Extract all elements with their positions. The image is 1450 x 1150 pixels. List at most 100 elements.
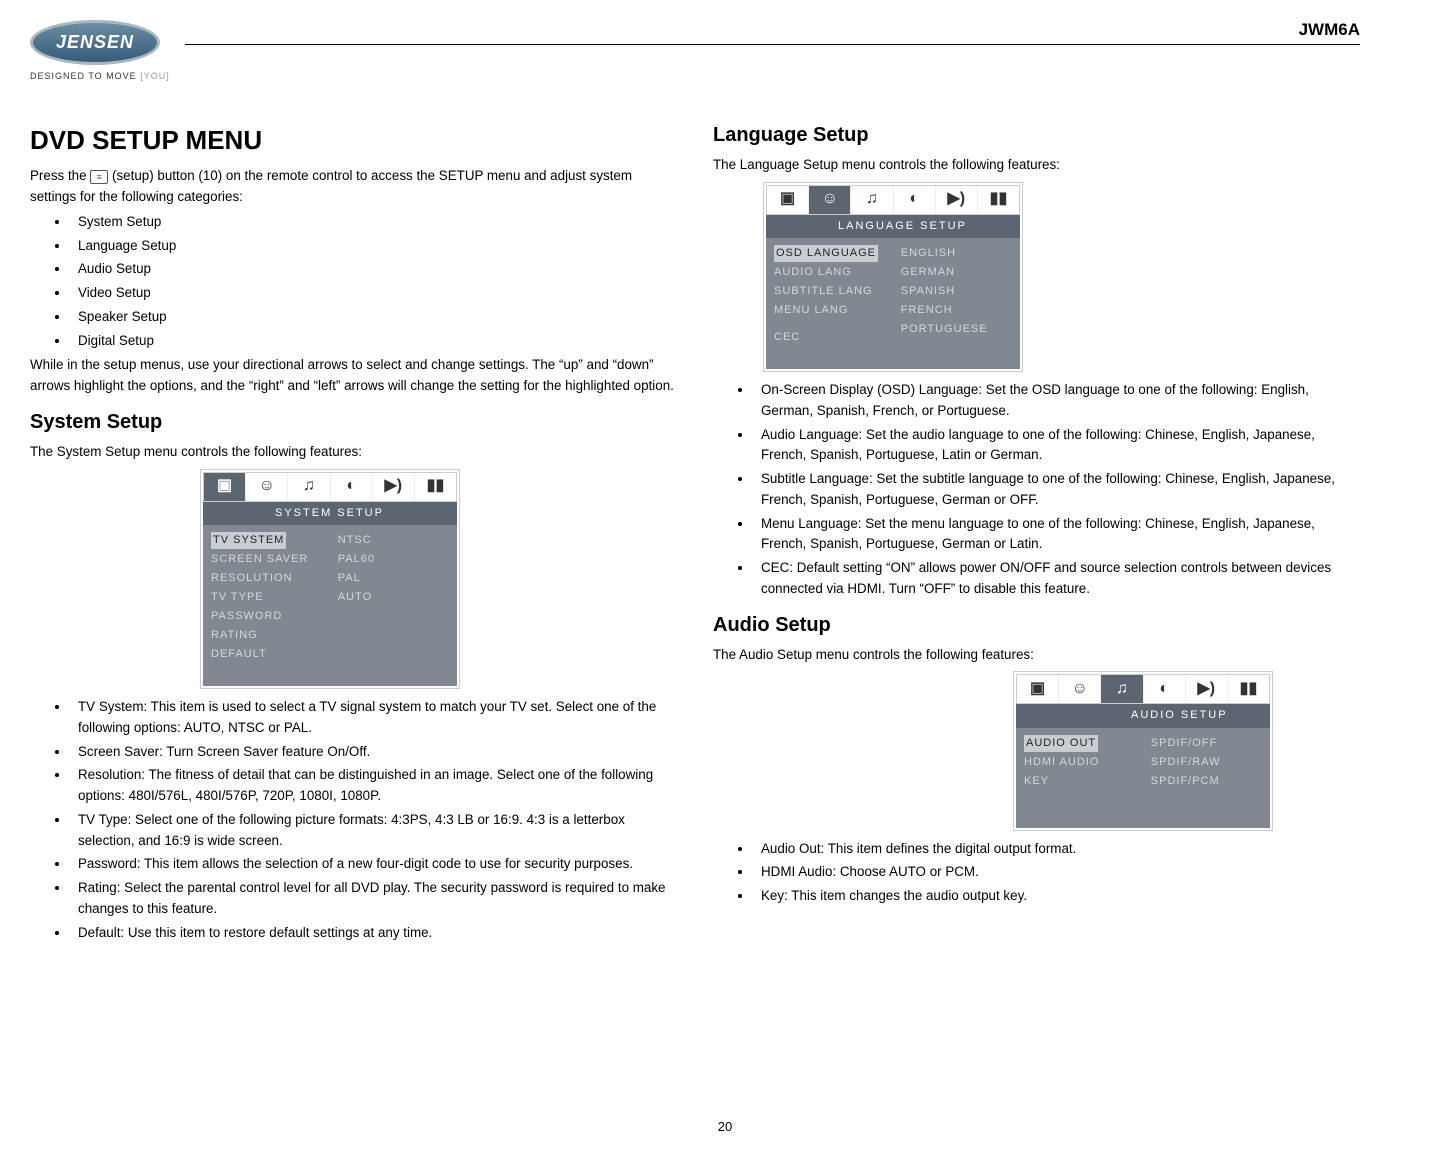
list-item: System Setup: [70, 212, 677, 233]
nav-note: While in the setup menus, use your direc…: [30, 355, 677, 397]
page-title: DVD SETUP MENU: [30, 120, 677, 160]
menu-body: TV SYSTEM SCREEN SAVER RESOLUTION TV TYP…: [203, 525, 457, 686]
list-item: Audio Out: This item defines the digital…: [753, 839, 1360, 860]
menu-option: KEY: [1022, 772, 1149, 791]
list-item: Default: Use this item to restore defaul…: [70, 923, 677, 944]
brand-logo: JENSEN DESIGNED TO MOVE [YOU]: [30, 20, 180, 81]
list-item: Speaker Setup: [70, 307, 677, 328]
list-item: TV System: This item is used to select a…: [70, 697, 677, 739]
menu-options: AUDIO OUT HDMI AUDIO KEY: [1022, 734, 1149, 806]
music-note-icon: ♫: [851, 186, 893, 214]
menu-title: LANGUAGE SETUP: [766, 215, 1020, 238]
menu-values: ENGLISH GERMAN SPANISH FRENCH PORTUGUESE: [899, 244, 1014, 347]
menu-option: HDMI AUDIO: [1022, 753, 1149, 772]
menu-value: NTSC: [336, 531, 451, 550]
menu-option: RATING: [209, 626, 336, 645]
menu-value: PAL: [336, 569, 451, 588]
menu-value: GERMAN: [899, 263, 1014, 282]
page-header: JENSEN DESIGNED TO MOVE [YOU] JWM6A: [30, 20, 1360, 100]
list-item: Password: This item allows the selection…: [70, 854, 677, 875]
menu-value: SPDIF/OFF: [1149, 734, 1264, 753]
language-setup-heading: Language Setup: [713, 120, 1360, 151]
language-setup-screenshot: ▣ ☺ ♫ ◐ ▶) ▮▮ LANGUAGE SETUP OSD LANGUAG…: [763, 182, 1023, 372]
dolby-icon: ▮▮: [415, 473, 456, 501]
list-item: Language Setup: [70, 236, 677, 257]
person-icon: ☺: [809, 186, 851, 214]
system-setup-screenshot: ▣ ☺ ♫ ◐ ▶) ▮▮ SYSTEM SETUP TV SYSTEM SCR…: [200, 469, 460, 689]
music-note-icon: ♫: [288, 473, 330, 501]
list-item: HDMI Audio: Choose AUTO or PCM.: [753, 862, 1360, 883]
menu-options: TV SYSTEM SCREEN SAVER RESOLUTION TV TYP…: [209, 531, 336, 664]
speaker-icon: ▶): [936, 186, 978, 214]
menu-option: CEC: [772, 328, 899, 347]
disc-icon: ◐: [894, 186, 936, 214]
menu-option-selected: AUDIO OUT: [1024, 735, 1098, 752]
menu-value: FRENCH: [899, 301, 1014, 320]
menu-option: RESOLUTION: [209, 569, 336, 588]
setup-button-icon: ≡: [90, 170, 108, 184]
system-setup-details: TV System: This item is used to select a…: [30, 697, 677, 943]
brand-tagline: DESIGNED TO MOVE [YOU]: [30, 71, 180, 81]
list-item: Menu Language: Set the menu language to …: [753, 514, 1360, 556]
dolby-icon: ▮▮: [978, 186, 1019, 214]
speaker-icon: ▶): [373, 473, 415, 501]
menu-body: AUDIO OUT HDMI AUDIO KEY SPDIF/OFF SPDIF…: [1016, 728, 1270, 828]
menu-value: SPDIF/PCM: [1149, 772, 1264, 791]
audio-setup-heading: Audio Setup: [713, 610, 1360, 641]
list-item: Resolution: The fitness of detail that c…: [70, 765, 677, 807]
menu-icon-row: ▣ ☺ ♫ ◐ ▶) ▮▮: [1016, 674, 1270, 704]
tagline-text-b: [YOU]: [140, 71, 170, 81]
dolby-icon: ▮▮: [1228, 675, 1269, 703]
audio-setup-intro: The Audio Setup menu controls the follow…: [713, 645, 1360, 666]
menu-option: DEFAULT: [209, 645, 336, 664]
music-note-icon: ♫: [1101, 675, 1143, 703]
tagline-text-a: DESIGNED TO MOVE: [30, 71, 140, 81]
menu-option: SCREEN SAVER: [209, 550, 336, 569]
menu-value: ENGLISH: [899, 244, 1014, 263]
audio-setup-details: Audio Out: This item defines the digital…: [713, 839, 1360, 907]
audio-setup-screenshot: ▣ ☺ ♫ ◐ ▶) ▮▮ AUDIO SETUP AUDIO OUT HDMI…: [1013, 671, 1273, 830]
system-setup-intro: The System Setup menu controls the follo…: [30, 442, 677, 463]
header-rule: [185, 44, 1360, 45]
intro-text-a: Press the: [30, 168, 90, 183]
menu-option: AUDIO LANG: [772, 263, 899, 282]
right-column: Language Setup The Language Setup menu c…: [713, 120, 1360, 948]
menu-icon-row: ▣ ☺ ♫ ◐ ▶) ▮▮: [203, 472, 457, 502]
intro-paragraph: Press the ≡ (setup) button (10) on the r…: [30, 166, 677, 208]
menu-options: OSD LANGUAGE AUDIO LANG SUBTITLE LANG ME…: [772, 244, 899, 347]
list-item: Audio Setup: [70, 259, 677, 280]
content-columns: DVD SETUP MENU Press the ≡ (setup) butto…: [30, 120, 1360, 948]
list-item: Rating: Select the parental control leve…: [70, 878, 677, 920]
menu-option-selected: TV SYSTEM: [211, 532, 286, 549]
model-number: JWM6A: [1299, 20, 1360, 40]
monitor-icon: ▣: [1017, 675, 1059, 703]
system-setup-heading: System Setup: [30, 407, 677, 438]
menu-value: SPANISH: [899, 282, 1014, 301]
list-item: Subtitle Language: Set the subtitle lang…: [753, 469, 1360, 511]
list-item: On-Screen Display (OSD) Language: Set th…: [753, 380, 1360, 422]
speaker-icon: ▶): [1186, 675, 1228, 703]
menu-option: SUBTITLE LANG: [772, 282, 899, 301]
list-item: Video Setup: [70, 283, 677, 304]
menu-value: AUTO: [336, 588, 451, 607]
person-icon: ☺: [246, 473, 288, 501]
category-list: System Setup Language Setup Audio Setup …: [30, 212, 677, 352]
menu-title: SYSTEM SETUP: [203, 502, 457, 525]
list-item: Screen Saver: Turn Screen Saver feature …: [70, 742, 677, 763]
list-item: CEC: Default setting “ON” allows power O…: [753, 558, 1360, 600]
list-item: TV Type: Select one of the following pic…: [70, 810, 677, 852]
menu-body: OSD LANGUAGE AUDIO LANG SUBTITLE LANG ME…: [766, 238, 1020, 369]
menu-value: PAL60: [336, 550, 451, 569]
left-column: DVD SETUP MENU Press the ≡ (setup) butto…: [30, 120, 677, 948]
menu-values: NTSC PAL60 PAL AUTO: [336, 531, 451, 664]
menu-option: TV TYPE: [209, 588, 336, 607]
menu-title: AUDIO SETUP: [1016, 704, 1270, 727]
list-item: Digital Setup: [70, 331, 677, 352]
list-item: Key: This item changes the audio output …: [753, 886, 1360, 907]
brand-name: JENSEN: [30, 20, 160, 65]
list-item: Audio Language: Set the audio language t…: [753, 425, 1360, 467]
page-number: 20: [0, 1119, 1450, 1134]
menu-option: MENU LANG: [772, 301, 899, 320]
menu-values: SPDIF/OFF SPDIF/RAW SPDIF/PCM: [1149, 734, 1264, 806]
disc-icon: ◐: [331, 473, 373, 501]
